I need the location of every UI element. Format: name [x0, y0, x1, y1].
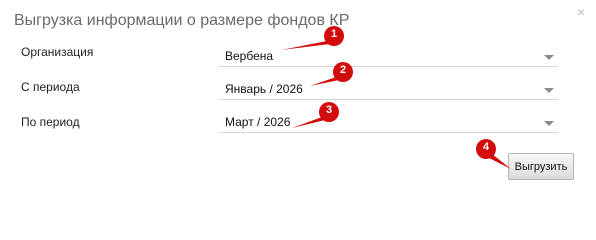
annotation-number: 2 [339, 64, 347, 76]
organization-label: Организация [21, 45, 94, 59]
annotation-number: 3 [325, 104, 333, 116]
to-period-select[interactable]: Март / 2026 [219, 110, 558, 133]
close-icon[interactable]: × [577, 5, 585, 19]
chevron-down-icon[interactable] [544, 121, 554, 126]
chevron-down-icon[interactable] [544, 88, 554, 93]
annotation-number: 4 [482, 141, 490, 153]
organization-value: Вербена [225, 49, 274, 63]
annotation-marker-4: 4 [475, 138, 511, 169]
from-period-value: Январь / 2026 [225, 82, 303, 96]
annotation-marker-1: 1 [281, 25, 345, 50]
to-period-value: Март / 2026 [225, 115, 291, 129]
annotation-marker-3: 3 [292, 101, 340, 128]
to-period-label: По период [21, 115, 80, 129]
export-button[interactable]: Выгрузить [508, 153, 574, 180]
from-period-select[interactable]: Январь / 2026 [219, 77, 558, 100]
chevron-down-icon[interactable] [544, 55, 554, 60]
annotation-marker-2: 2 [310, 61, 354, 86]
from-period-label: С периода [21, 80, 80, 94]
dialog-title: Выгрузка информации о размере фондов КР [14, 12, 350, 29]
annotation-number: 1 [330, 28, 338, 40]
organization-select[interactable]: Вербена [219, 44, 558, 67]
